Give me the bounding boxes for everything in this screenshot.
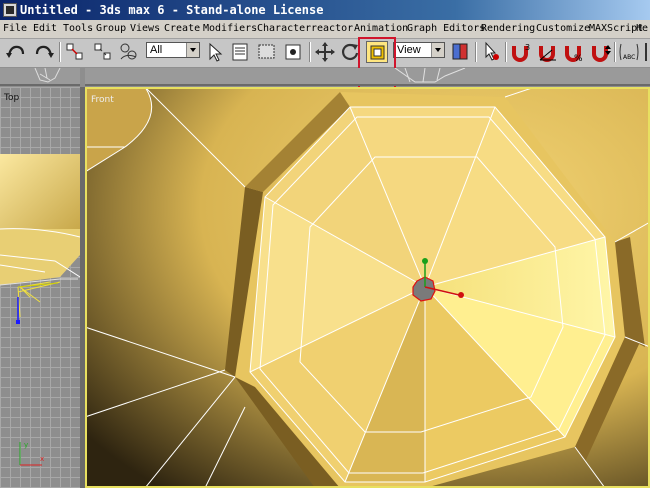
front-viewport-label[interactable]: Front [91, 95, 114, 105]
toolbar-separator [505, 42, 507, 62]
window-title: Untitled - 3ds max 6 - Stand-alone Licen… [20, 3, 324, 17]
menu-customize[interactable]: Customize [536, 22, 590, 36]
svg-text:%: % [574, 54, 583, 63]
select-and-manipulate-icon[interactable] [480, 41, 502, 63]
toolbar-separator [475, 42, 477, 62]
window-crossing-icon[interactable] [282, 41, 304, 63]
menu-edit[interactable]: Edit [33, 22, 57, 36]
menu-create[interactable]: Create [164, 22, 200, 36]
svg-text:x: x [40, 455, 44, 463]
chevron-down-icon [186, 43, 199, 57]
menu-rendering[interactable]: Rendering [481, 22, 535, 36]
front-viewport-header [85, 67, 650, 86]
title-bar: Untitled - 3ds max 6 - Stand-alone Licen… [0, 0, 650, 20]
rectangular-selection-icon[interactable] [256, 41, 278, 63]
mirror-icon[interactable] [642, 41, 650, 63]
undo-icon[interactable] [5, 41, 27, 63]
menu-reactor[interactable]: reactor [311, 22, 353, 36]
select-and-move-icon[interactable] [314, 41, 336, 63]
toolbar-separator [59, 42, 61, 62]
reference-coordinate-dropdown[interactable]: View [393, 42, 445, 58]
redo-icon[interactable] [33, 41, 55, 63]
3dsmax-app-icon[interactable] [3, 3, 17, 17]
svg-text:3: 3 [525, 43, 530, 52]
select-object-icon[interactable] [204, 41, 226, 63]
percent-snap-icon[interactable]: % [563, 41, 585, 63]
menu-animation[interactable]: Animation [354, 22, 408, 36]
menu-bar: File Edit Tools Group Views Create Modif… [0, 20, 650, 39]
spinner-snap-icon[interactable] [590, 41, 612, 63]
snaps-toggle-icon[interactable]: 3 [510, 41, 532, 63]
main-toolbar: All View 3 % ABC [0, 39, 650, 68]
menu-tools[interactable]: Tools [63, 22, 93, 36]
menu-character[interactable]: Character [257, 22, 311, 36]
menu-views[interactable]: Views [130, 22, 160, 36]
menu-help[interactable]: He [636, 22, 648, 36]
menu-group[interactable]: Group [96, 22, 126, 36]
front-viewport[interactable]: Front [85, 87, 650, 488]
svg-text:ABC: ABC [623, 54, 635, 61]
toolbar-separator [614, 42, 616, 62]
use-pivot-center-icon[interactable] [449, 41, 471, 63]
angle-snap-icon[interactable] [537, 41, 559, 63]
top-viewport[interactable]: Top y x [0, 87, 80, 488]
select-and-link-icon[interactable] [64, 41, 86, 63]
named-selection-icon[interactable]: ABC [618, 41, 640, 63]
unlink-icon[interactable] [92, 41, 114, 63]
selection-filter-dropdown[interactable]: All [146, 42, 200, 58]
reference-coordinate-value: View [397, 44, 421, 56]
chevron-down-icon [431, 43, 444, 57]
menu-file[interactable]: File [3, 22, 27, 36]
selection-filter-value: All [150, 44, 163, 56]
select-by-name-icon[interactable] [230, 41, 252, 63]
menu-modifiers[interactable]: Modifiers [203, 22, 257, 36]
top-viewport-header [0, 67, 80, 86]
toolbar-separator [309, 42, 311, 62]
svg-text:y: y [24, 441, 28, 449]
menu-graph-editors[interactable]: Graph Editors [407, 22, 485, 36]
bind-space-warp-icon[interactable] [118, 41, 140, 63]
